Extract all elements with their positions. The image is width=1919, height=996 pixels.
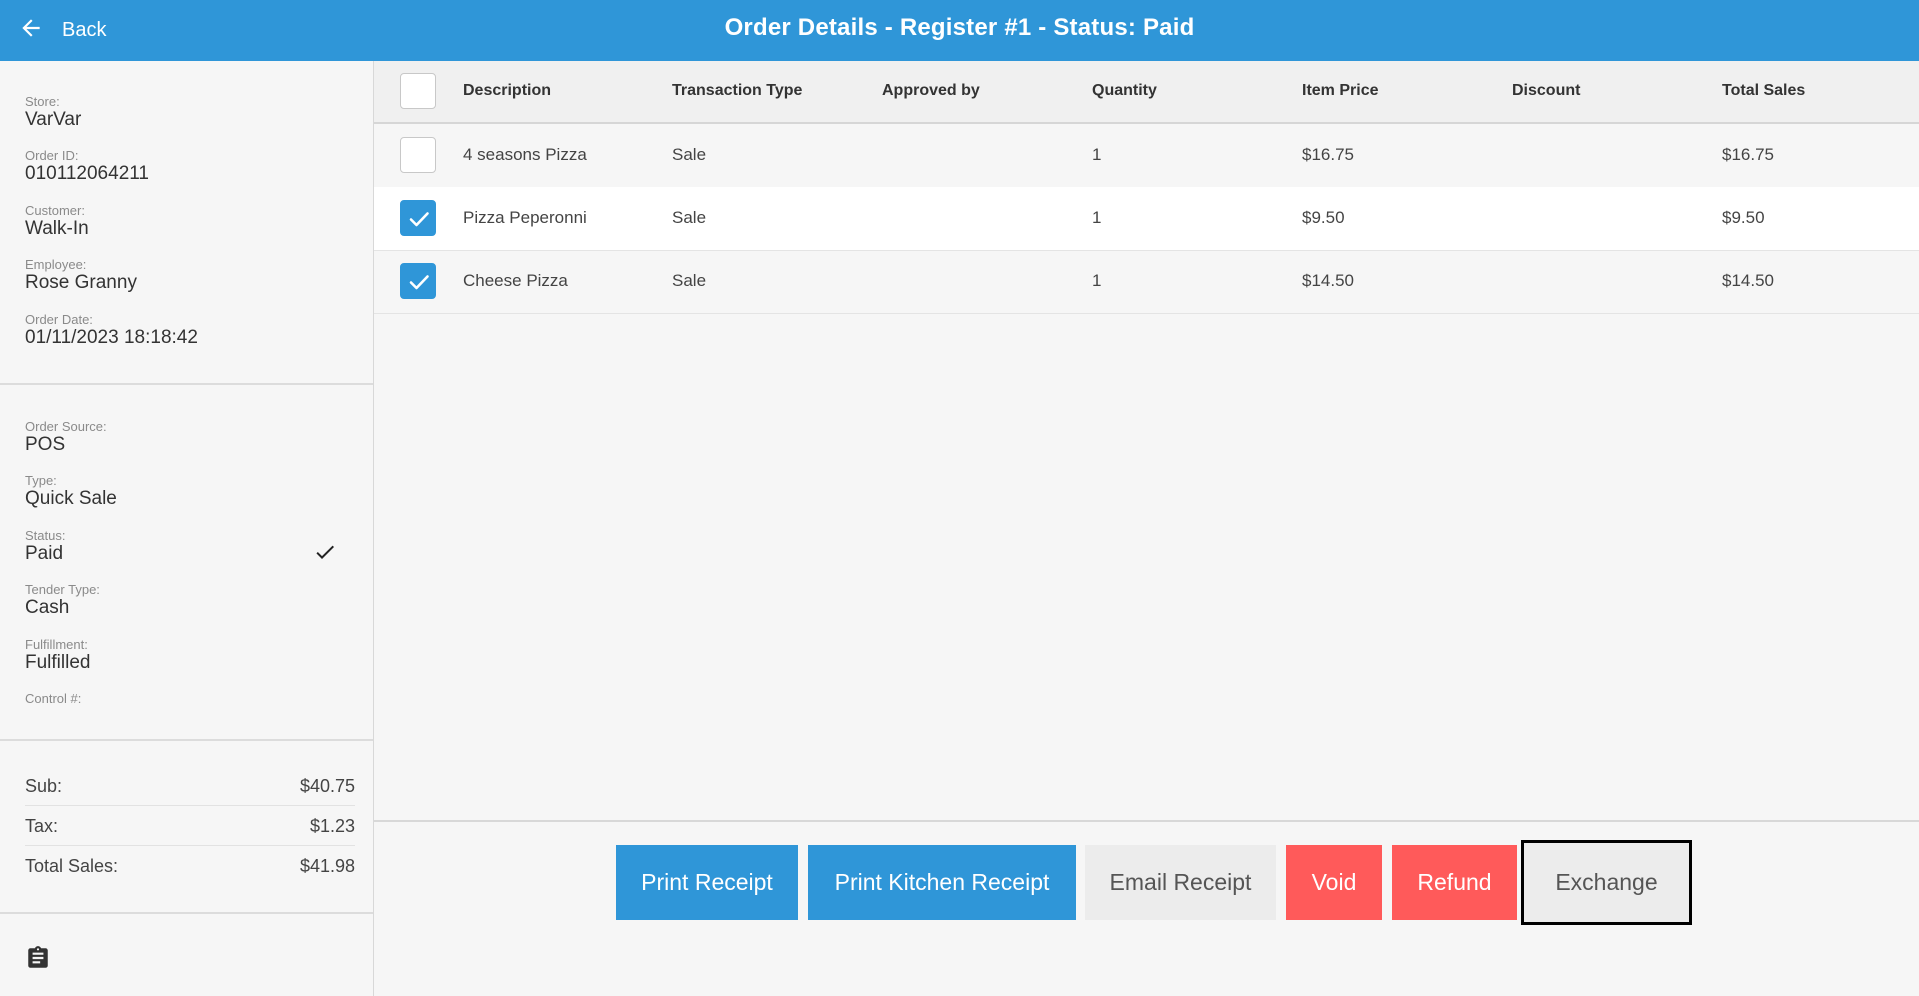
total-sales-value: $41.98 [299,855,355,876]
order-date-info: Order Date: 01/11/2023 18:18:42 [25,312,198,349]
order-sidebar: Store: VarVar Order ID: 010112064211 Cus… [0,61,374,996]
tax-value: $1.23 [309,815,355,836]
subtotal-label: Sub: [25,775,63,796]
tax-row: Tax: $1.23 [25,807,355,846]
customer-info: Customer: Walk-In [25,203,89,240]
column-header-quantity[interactable]: Quantity [1092,82,1157,100]
tender-type-value: Cash [25,597,70,618]
cell-description: Cheese Pizza [463,271,568,290]
order-id-value: 010112064211 [25,163,149,184]
order-id-info: Order ID: 010112064211 [25,148,149,185]
store-value: VarVar [25,109,82,130]
sidebar-divider [0,383,373,385]
cell-total-sales: $14.50 [1722,271,1774,290]
refund-button[interactable]: Refund [1392,845,1517,920]
column-header-description[interactable]: Description [463,82,551,100]
row-checkbox[interactable] [400,263,436,299]
cell-transaction-type: Sale [672,271,707,290]
employee-label: Employee: [25,257,87,272]
email-receipt-button[interactable]: Email Receipt [1085,845,1276,920]
order-date-value: 01/11/2023 18:18:42 [25,327,198,348]
tax-label: Tax: [25,815,59,836]
cell-quantity: 1 [1092,145,1102,164]
total-sales-row: Total Sales: $41.98 [25,847,355,885]
employee-info: Employee: Rose Granny [25,257,137,294]
tender-type-info: Tender Type: Cash [25,582,100,619]
store-info: Store: VarVar [25,94,81,131]
order-type-info: Type: Quick Sale [25,473,117,510]
control-number-label: Control #: [25,691,82,706]
customer-value: Walk-In [25,218,89,239]
order-type-label: Type: [25,473,57,488]
control-number-info: Control #: [25,691,81,706]
total-sales-label: Total Sales: [25,855,119,876]
column-header-discount[interactable]: Discount [1512,82,1580,100]
store-label: Store: [25,94,60,109]
cell-item-price: $14.50 [1302,271,1354,290]
cell-total-sales: $16.75 [1722,145,1774,164]
checkmark-icon [409,212,429,227]
cell-item-price: $9.50 [1302,208,1345,227]
clipboard-icon[interactable] [25,944,51,972]
cell-description: Pizza Peperonni [463,208,587,227]
table-row[interactable]: Pizza Peperonni Sale 1 $9.50 $9.50 [374,187,1919,251]
checkmark-icon [409,275,429,290]
sidebar-divider [0,739,373,741]
employee-value: Rose Granny [25,272,137,293]
table-row[interactable]: Cheese Pizza Sale 1 $14.50 $14.50 [374,250,1919,314]
status-info: Status: Paid [25,528,65,565]
order-source-info: Order Source: POS [25,419,107,456]
cell-transaction-type: Sale [672,145,707,164]
tender-type-label: Tender Type: [25,582,100,597]
cell-quantity: 1 [1092,208,1102,227]
check-icon [313,540,337,564]
panel-divider [374,820,1919,822]
order-source-label: Order Source: [25,419,107,434]
table-row[interactable]: 4 seasons Pizza Sale 1 $16.75 $16.75 [374,124,1919,188]
order-date-label: Order Date: [25,312,93,327]
void-button[interactable]: Void [1286,845,1382,920]
print-kitchen-receipt-button[interactable]: Print Kitchen Receipt [808,845,1076,920]
column-header-total-sales[interactable]: Total Sales [1722,82,1805,100]
subtotal-value: $40.75 [299,775,355,796]
column-header-transaction-type[interactable]: Transaction Type [672,82,802,100]
top-bar: Back Order Details - Register #1 - Statu… [0,0,1919,61]
order-id-label: Order ID: [25,148,79,163]
table-header: Description Transaction Type Approved by… [374,61,1919,124]
cell-transaction-type: Sale [672,208,707,227]
row-checkbox[interactable] [400,200,436,236]
column-header-item-price[interactable]: Item Price [1302,82,1378,100]
fulfillment-info: Fulfillment: Fulfilled [25,637,90,674]
cell-quantity: 1 [1092,271,1102,290]
fulfillment-value: Fulfilled [25,652,91,673]
cell-total-sales: $9.50 [1722,208,1765,227]
customer-label: Customer: [25,203,85,218]
order-source-value: POS [25,434,66,455]
sidebar-divider [0,912,373,914]
order-items-panel: Description Transaction Type Approved by… [374,61,1919,821]
status-label: Status: [25,528,66,543]
print-receipt-button[interactable]: Print Receipt [616,845,798,920]
row-checkbox[interactable] [400,137,436,173]
exchange-button[interactable]: Exchange [1521,840,1692,925]
cell-item-price: $16.75 [1302,145,1354,164]
page-title: Order Details - Register #1 - Status: Pa… [724,14,1195,41]
cell-description: 4 seasons Pizza [463,145,587,164]
column-header-approved-by[interactable]: Approved by [882,82,980,100]
subtotal-row: Sub: $40.75 [25,767,355,806]
fulfillment-label: Fulfillment: [25,637,88,652]
status-value: Paid [25,543,64,564]
order-type-value: Quick Sale [25,488,117,509]
select-all-checkbox[interactable] [400,73,436,109]
